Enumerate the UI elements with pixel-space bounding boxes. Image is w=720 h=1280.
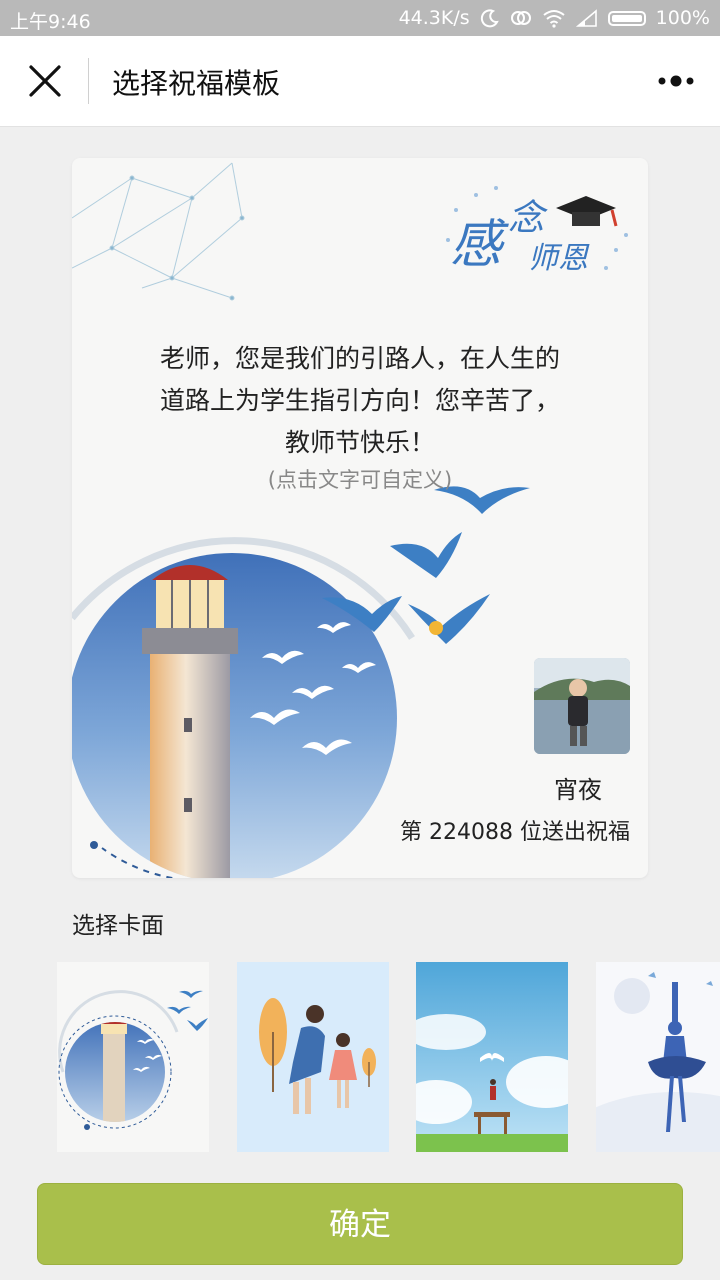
status-right: 44.3K/s 100% bbox=[399, 7, 710, 29]
teacher-day-logo: 感 念 师恩 bbox=[446, 186, 628, 276]
network-decoration bbox=[72, 162, 245, 301]
wifi-icon bbox=[543, 10, 565, 28]
sender-count: 第 224088 位送出祝福 bbox=[400, 820, 630, 845]
badge-char-2: 念 bbox=[508, 198, 548, 239]
page-title: 选择祝福模板 bbox=[112, 67, 281, 100]
moon-icon bbox=[480, 9, 499, 28]
battery-level: 100% bbox=[655, 7, 710, 29]
graduation-cap-icon bbox=[556, 196, 618, 227]
template-thumb-sky-book[interactable] bbox=[416, 962, 568, 1152]
template-thumb-lighthouse[interactable] bbox=[57, 962, 209, 1152]
network-speed: 44.3K/s bbox=[398, 7, 470, 29]
badge-char-1: 感 bbox=[450, 215, 509, 275]
signal-icon bbox=[575, 9, 597, 27]
nav-bar: 选择祝福模板 bbox=[0, 36, 720, 127]
customize-hint: (点击文字可自定义) bbox=[267, 468, 453, 492]
blessing-message[interactable]: 老师，您是我们的引路人，在人生的道路上为学生指引方向！您辛苦了，教师节快乐！ bbox=[152, 338, 568, 464]
more-dots-icon[interactable] bbox=[656, 66, 696, 96]
nav-divider bbox=[88, 58, 89, 104]
status-time: 上午9:46 bbox=[10, 11, 91, 33]
status-bar: 上午9:46 44.3K/s 100% bbox=[0, 0, 720, 36]
battery-icon bbox=[607, 10, 646, 26]
template-list bbox=[57, 962, 720, 1154]
template-thumb-mother-daughter[interactable] bbox=[237, 962, 389, 1152]
confirm-button[interactable]: 确定 bbox=[37, 1183, 683, 1265]
badge-char-3: 师恩 bbox=[528, 241, 590, 276]
avatar bbox=[534, 658, 630, 754]
template-thumb-dancer[interactable] bbox=[596, 962, 720, 1152]
sync-icon bbox=[510, 11, 531, 25]
section-label: 选择卡面 bbox=[72, 913, 164, 939]
card-preview: 感 念 师恩 老师，您是我们的引路人，在人生的道路上为学生指引方向！您辛苦了，教… bbox=[72, 158, 648, 878]
sender-name: 宵夜 bbox=[554, 776, 602, 804]
close-icon[interactable] bbox=[26, 62, 64, 100]
